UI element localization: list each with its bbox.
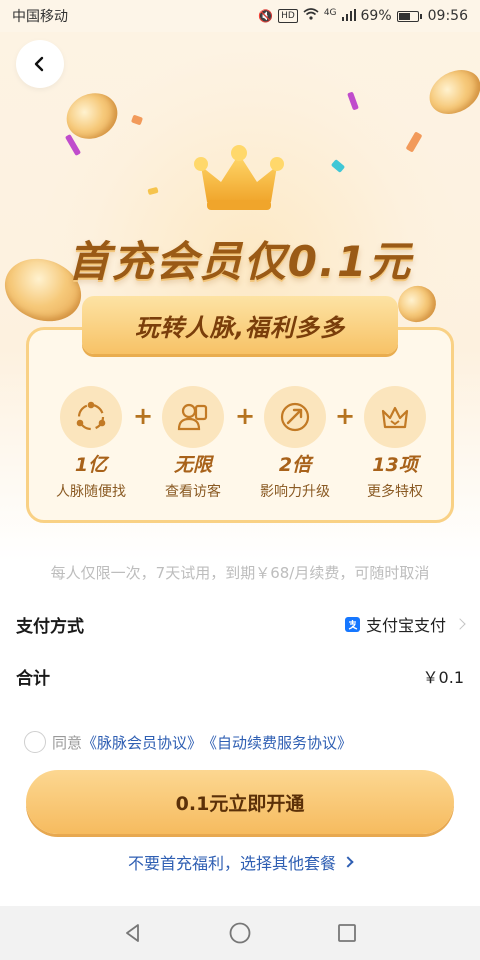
payment-method-label: 支付方式 bbox=[16, 616, 84, 637]
benefit-value: 13项 bbox=[372, 454, 418, 476]
network-type: 4G bbox=[323, 8, 337, 18]
benefit-visitors: 无限 查看访客 bbox=[148, 386, 238, 501]
benefit-value: 2倍 bbox=[278, 454, 312, 476]
auto-renew-agreement-link[interactable]: 《自动续费服务协议》 bbox=[202, 732, 352, 753]
benefit-label: 影响力升级 bbox=[260, 484, 330, 500]
other-plans-link[interactable]: 不要首充福利，选择其他套餐 bbox=[0, 850, 480, 874]
signal-icon bbox=[341, 8, 356, 24]
influence-icon bbox=[264, 386, 326, 448]
benefit-value: 1亿 bbox=[74, 454, 108, 476]
chevron-right-icon bbox=[342, 856, 354, 868]
activate-button[interactable]: 0.1元立即开通 bbox=[26, 770, 454, 834]
nav-home-button[interactable] bbox=[220, 913, 260, 953]
agreement-prefix: 同意 bbox=[52, 733, 83, 752]
battery-percent: 69% bbox=[360, 8, 392, 24]
benefit-label: 更多特权 bbox=[367, 484, 423, 500]
promo-headline: 首充会员仅0.1元 bbox=[67, 237, 413, 286]
crown-icon bbox=[194, 145, 284, 210]
membership-agreement-link[interactable]: 《脉脉会员协议》 bbox=[82, 732, 202, 753]
battery-icon bbox=[396, 10, 422, 22]
back-arrow-icon bbox=[34, 56, 44, 72]
payment-method-text: 支付宝支付 bbox=[365, 616, 446, 635]
agreement-row: 同意 《脉脉会员协议》 《自动续费服务协议》 bbox=[24, 730, 352, 754]
triangle-back-icon bbox=[126, 924, 140, 942]
back-button[interactable] bbox=[16, 40, 64, 88]
benefits-card-title: 玩转人脉,福利多多 bbox=[82, 296, 398, 354]
system-nav-bar bbox=[0, 906, 480, 960]
circle-home-icon bbox=[229, 922, 251, 944]
carrier-name: 中国移动 bbox=[12, 9, 68, 25]
square-recents-icon bbox=[337, 924, 356, 942]
benefit-network: 1亿 人脉随便找 bbox=[46, 386, 136, 501]
trial-notice: 每人仅限一次，7天试用，到期￥68/月续费，可随时取消 bbox=[50, 564, 430, 582]
payment-method-value[interactable]: 支付宝支付 bbox=[344, 612, 466, 636]
benefit-influence: 2倍 影响力升级 bbox=[250, 386, 340, 501]
alipay-icon bbox=[344, 616, 360, 632]
other-plans-text: 不要首充福利，选择其他套餐 bbox=[127, 854, 336, 873]
agreement-checkbox[interactable] bbox=[24, 731, 46, 753]
crown-outline-icon bbox=[364, 386, 426, 448]
mute-icon: 🔇 bbox=[258, 9, 274, 23]
total-row: 合计 ￥0.1 bbox=[16, 661, 464, 691]
total-label: 合计 bbox=[16, 668, 50, 689]
payment-method-row[interactable]: 支付方式 支付宝支付 bbox=[16, 609, 466, 639]
benefit-privileges: 13项 更多特权 bbox=[350, 386, 440, 501]
status-icons: 🔇 HD 4G 69% 09:56 bbox=[258, 8, 468, 24]
benefit-label: 查看访客 bbox=[165, 484, 221, 500]
nav-recents-button[interactable] bbox=[327, 913, 367, 953]
chevron-right-icon bbox=[454, 618, 466, 630]
hd-icon: HD bbox=[278, 9, 298, 23]
battery-level-fill bbox=[398, 12, 411, 20]
total-value: ￥0.1 bbox=[422, 668, 464, 687]
nav-back-button[interactable] bbox=[113, 913, 153, 953]
clock: 09:56 bbox=[427, 8, 468, 24]
benefit-label: 人脉随便找 bbox=[56, 484, 126, 500]
coin-decoration bbox=[421, 61, 480, 123]
wifi-icon bbox=[303, 8, 319, 24]
visitors-icon bbox=[162, 386, 224, 448]
status-bar: 中国移动 🔇 HD 4G 69% 09:56 bbox=[0, 0, 480, 32]
network-icon bbox=[60, 386, 122, 448]
benefit-value: 无限 bbox=[173, 454, 212, 476]
